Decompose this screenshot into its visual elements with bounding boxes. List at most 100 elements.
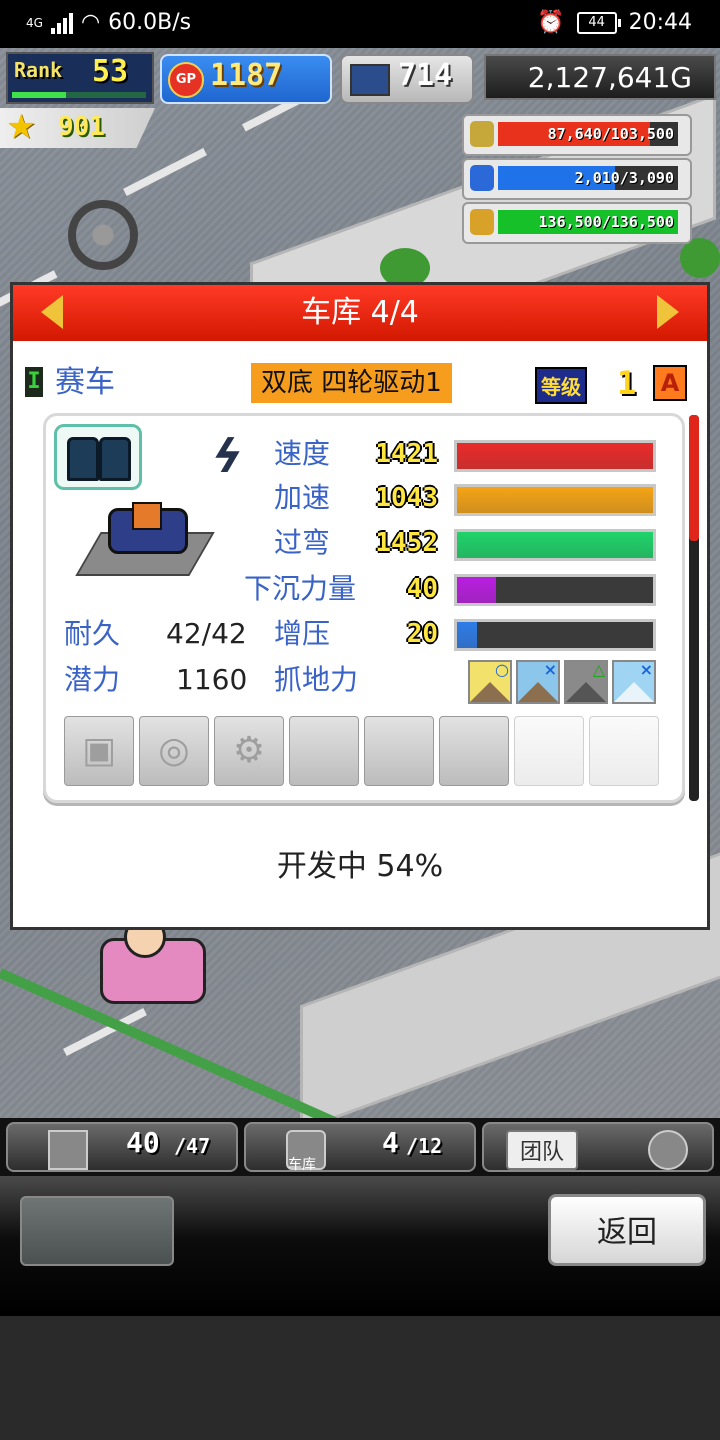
- coin-stack-icon: [470, 121, 494, 147]
- stat-speed-value: 1421: [375, 439, 438, 469]
- part-slot[interactable]: [364, 716, 434, 786]
- stat-acceleration-label: 加速: [274, 481, 331, 514]
- car-type-label: 赛车: [55, 365, 115, 400]
- part-slot[interactable]: [289, 716, 359, 786]
- stat-boost-label: 增压: [274, 617, 331, 650]
- car-info-row: I 赛车 双底 四轮驱动1 等级 1 A: [13, 361, 707, 405]
- money-display[interactable]: 2,127,641G: [484, 54, 716, 100]
- staff-max: /47: [174, 1134, 211, 1158]
- network-speed: 60.0B/s: [108, 10, 192, 35]
- dialog-title: 车库 4/4: [301, 295, 419, 330]
- durability-label: 耐久: [64, 617, 121, 650]
- resource-text: 136,500/136,500: [538, 213, 674, 231]
- road-marking: [123, 148, 207, 196]
- part-slot-locked: [589, 716, 659, 786]
- scrollbar-thumb[interactable]: [689, 415, 699, 541]
- tire-part-slot[interactable]: ◎: [139, 716, 209, 786]
- garage-count: 4: [382, 1126, 399, 1159]
- money-resource-bar[interactable]: 87,640/103,500: [462, 114, 692, 156]
- team-tab[interactable]: 团队: [482, 1122, 714, 1172]
- car-name: 双底 四轮驱动1: [251, 363, 452, 403]
- stat-downforce-bar: [454, 574, 656, 606]
- garage-tab[interactable]: 车库 4 /12: [244, 1122, 476, 1173]
- signal-icon: [50, 12, 73, 34]
- stat-boost-bar: [454, 619, 656, 651]
- wheat-icon: [470, 209, 494, 235]
- resource-text: 87,640/103,500: [547, 125, 674, 143]
- rank-badge: A: [653, 365, 687, 401]
- menu-button[interactable]: [20, 1196, 174, 1266]
- crate-icon: [48, 1130, 88, 1170]
- grip-sunny-icon[interactable]: ○: [468, 660, 512, 704]
- rank-progress-bar: [12, 92, 146, 98]
- grade-badge: 等级: [535, 367, 587, 404]
- gear-part-icon: ⚙: [232, 730, 266, 771]
- steering-wheel-icon[interactable]: [68, 200, 138, 270]
- bottom-tab-bar: 40 /47 车库 4 /12 团队: [0, 1118, 720, 1176]
- potential-label: 潜力: [64, 663, 121, 696]
- gear-part-slot[interactable]: ⚙: [214, 716, 284, 786]
- stat-speed-fill: [457, 443, 653, 469]
- dialog-header: 车库 4/4: [13, 285, 707, 341]
- stat-downforce-label: 下沉力量: [244, 572, 357, 605]
- stat-downforce-fill: [457, 577, 497, 603]
- resource-text: 2,010/3,090: [574, 169, 674, 187]
- stat-boost-fill: [457, 622, 477, 648]
- star-icon: ★: [6, 107, 37, 147]
- gp-value: 1187: [210, 58, 283, 93]
- research-value: 714: [398, 58, 453, 93]
- network-type: 4G: [26, 15, 43, 30]
- stat-cornering-value: 1452: [375, 528, 438, 558]
- rank-label: Rank: [14, 58, 63, 82]
- prev-arrow-icon[interactable]: [41, 295, 63, 329]
- battery-icon: 44: [576, 11, 621, 34]
- body-part-icon[interactable]: [54, 424, 142, 490]
- fuel-bottle-icon: [470, 165, 494, 191]
- status-bar: 4G ◠ 60.0B/s ⏰ 44 20:44: [0, 0, 720, 48]
- gp-coin-icon: GP: [168, 62, 204, 98]
- computer-icon: [350, 64, 390, 96]
- team-label: 团队: [506, 1130, 579, 1170]
- stat-cornering-bar: [454, 529, 656, 561]
- wifi-icon: ◠: [80, 10, 101, 35]
- staff-count: 40: [126, 1126, 160, 1159]
- stat-acceleration-fill: [457, 487, 653, 513]
- tree: [680, 238, 720, 278]
- potential-value: 1160: [176, 663, 248, 696]
- stat-cornering-fill: [457, 532, 653, 558]
- back-button[interactable]: 返回: [548, 1194, 706, 1266]
- research-panel[interactable]: 714: [340, 54, 474, 104]
- grip-dirt-icon[interactable]: ×: [516, 660, 560, 704]
- part-slot[interactable]: [439, 716, 509, 786]
- grip-rain-icon[interactable]: △: [564, 660, 608, 704]
- tire-part-icon: ◎: [158, 730, 190, 771]
- development-status: 开发中 54%: [276, 849, 444, 884]
- part-slot-locked: [514, 716, 584, 786]
- fans-panel[interactable]: ★ 901: [0, 108, 155, 148]
- stat-acceleration-bar: [454, 484, 656, 516]
- grade-value: 1: [617, 364, 637, 402]
- rank-panel[interactable]: Rank 53: [6, 52, 154, 104]
- car-stats-panel: ϟ 速度 1421 加速 1043 过弯 1452 下沉力量 40 耐久 42/…: [43, 413, 685, 803]
- engine-part-slot[interactable]: ▣: [64, 716, 134, 786]
- gp-panel[interactable]: GP 1187: [160, 54, 332, 104]
- stat-boost-value: 20: [406, 619, 438, 649]
- fuel-resource-bar[interactable]: 2,010/3,090: [462, 158, 692, 200]
- garage-tab-label: 车库: [288, 1157, 316, 1173]
- food-resource-bar[interactable]: 136,500/136,500: [462, 202, 692, 244]
- grip-snow-icon[interactable]: ×: [612, 660, 656, 704]
- car-type-icon: I: [25, 367, 43, 397]
- stat-downforce-value: 40: [406, 574, 438, 604]
- alarm-icon: ⏰: [537, 10, 565, 35]
- lightning-icon: ϟ: [204, 429, 250, 483]
- clock: 20:44: [628, 10, 692, 35]
- garage-dialog: 车库 4/4 I 赛车 双底 四轮驱动1 等级 1 A ϟ 速度 1421 加速…: [10, 282, 710, 930]
- staff-tab[interactable]: 40 /47: [6, 1122, 238, 1172]
- stat-speed-bar: [454, 440, 656, 472]
- stat-cornering-label: 过弯: [274, 526, 331, 559]
- next-arrow-icon[interactable]: [657, 295, 679, 329]
- fans-value: 901: [58, 112, 105, 142]
- empty-area: [0, 1316, 720, 1440]
- stat-acceleration-value: 1043: [375, 483, 438, 513]
- grip-label: 抓地力: [274, 663, 359, 696]
